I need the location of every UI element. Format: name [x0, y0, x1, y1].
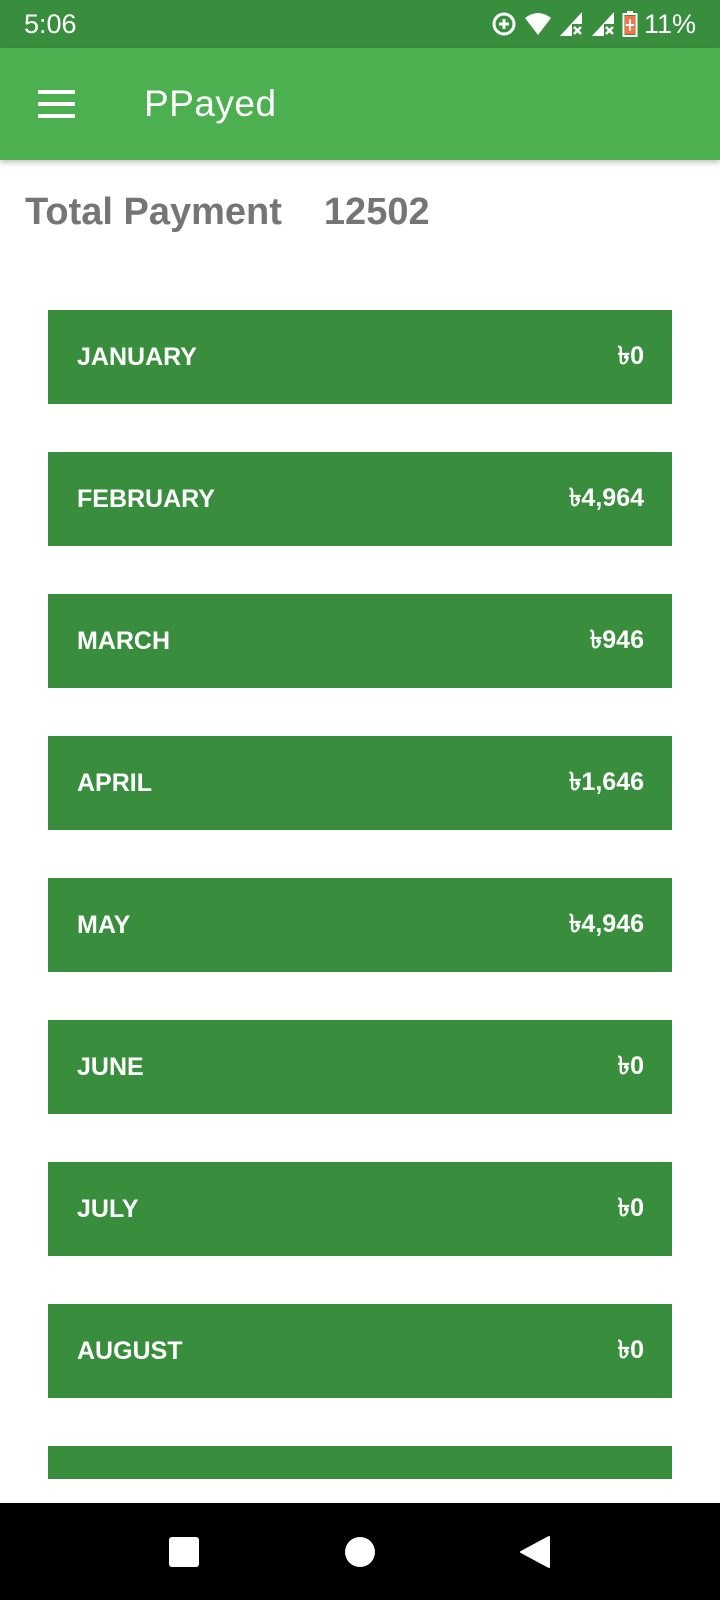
month-card-august[interactable]: AUGUST ৳0	[48, 1304, 672, 1398]
app-bar: PPayed	[0, 48, 720, 160]
month-amount: ৳0	[617, 1335, 644, 1364]
signal-no-data-icon	[558, 10, 584, 38]
status-time: 5:06	[24, 9, 77, 39]
month-card-june[interactable]: JUNE ৳0	[48, 1020, 672, 1114]
month-card-may[interactable]: MAY ৳4,946	[48, 878, 672, 972]
total-payment-label: Total Payment	[25, 191, 282, 233]
month-name: AUGUST	[77, 1336, 183, 1365]
hamburger-menu-icon[interactable]	[30, 78, 82, 130]
month-name: MAY	[77, 910, 131, 939]
sync-icon	[490, 10, 518, 38]
month-amount: ৳0	[617, 1051, 644, 1080]
month-amount: ৳0	[617, 341, 644, 370]
month-card-january[interactable]: JANUARY ৳0	[48, 310, 672, 404]
wifi-icon	[524, 10, 552, 38]
month-name: MARCH	[77, 626, 171, 655]
month-name: APRIL	[77, 768, 152, 797]
month-list[interactable]: JANUARY ৳0 FEBRUARY ৳4,964 MARCH ৳946 AP…	[48, 310, 672, 1479]
battery-percent: 11%	[643, 9, 696, 39]
recents-square-icon[interactable]	[157, 1525, 211, 1579]
month-amount: ৳4,964	[568, 483, 644, 512]
month-name: JUNE	[77, 1052, 144, 1081]
month-card-april[interactable]: APRIL ৳1,646	[48, 736, 672, 830]
month-amount: ৳1,646	[568, 767, 644, 796]
back-triangle-icon[interactable]	[508, 1525, 562, 1579]
total-payment: Total Payment 12502	[25, 190, 430, 234]
signal-no-data-icon	[590, 10, 616, 38]
home-circle-icon[interactable]	[333, 1525, 387, 1579]
status-icons: 11%	[490, 8, 696, 40]
status-bar: 5:06 11%	[0, 0, 720, 48]
month-card-july[interactable]: JULY ৳0	[48, 1162, 672, 1256]
total-payment-value: 12502	[323, 191, 430, 233]
month-amount: ৳946	[589, 625, 644, 654]
month-amount: ৳4,946	[568, 909, 644, 938]
month-card-partial[interactable]	[48, 1446, 672, 1479]
app-title: PPayed	[144, 83, 277, 124]
month-card-march[interactable]: MARCH ৳946	[48, 594, 672, 688]
month-amount: ৳0	[617, 1193, 644, 1222]
month-name: JULY	[77, 1194, 139, 1223]
navigation-bar	[0, 1503, 720, 1600]
battery-low-icon	[622, 10, 638, 38]
month-name: JANUARY	[77, 342, 197, 371]
month-name: FEBRUARY	[77, 484, 215, 513]
month-card-february[interactable]: FEBRUARY ৳4,964	[48, 452, 672, 546]
